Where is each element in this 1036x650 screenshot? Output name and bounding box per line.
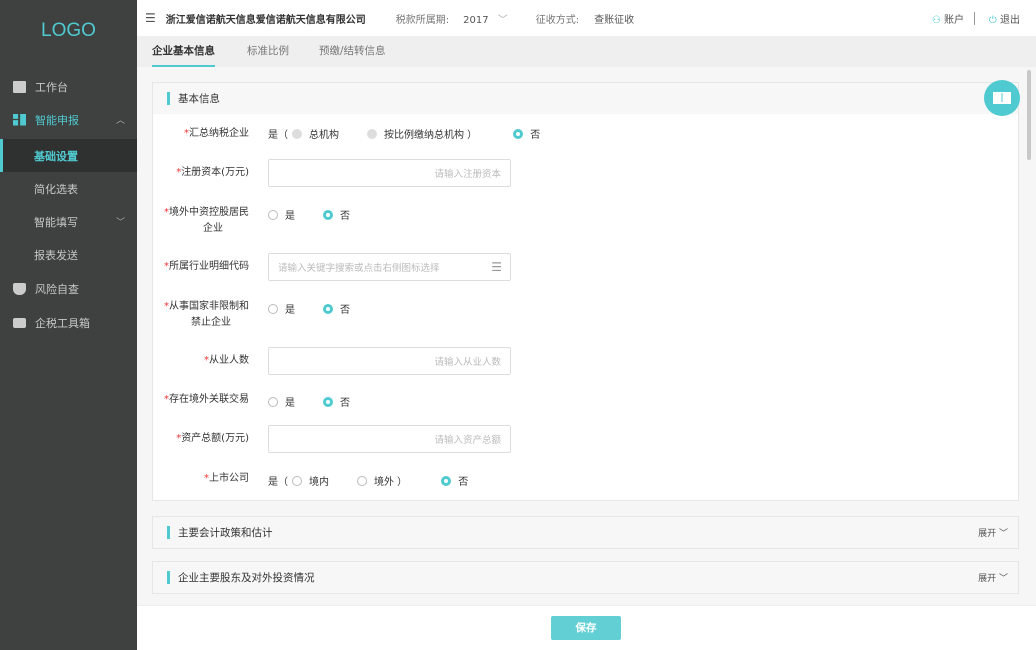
- sidebar-item-report-send[interactable]: 报表发送: [0, 238, 137, 271]
- sidebar-item-label: 企税工具箱: [35, 316, 90, 330]
- chevron-down-icon: ﹀: [998, 529, 1008, 539]
- sidebar-item-workbench[interactable]: 工作台: [0, 70, 137, 103]
- registered-capital-input[interactable]: 请输入注册资本: [268, 159, 511, 187]
- expand-toggle[interactable]: 展开 ﹀: [978, 571, 1008, 584]
- logout-label: 退出: [1000, 14, 1020, 26]
- field-label: *上市公司: [204, 473, 249, 484]
- book-icon: [13, 80, 26, 93]
- logo: LOGO: [41, 20, 96, 41]
- footer: 保存: [137, 605, 1036, 650]
- radio-proportional[interactable]: 按比例缴纳总机构 ）: [367, 126, 477, 141]
- scrollbar[interactable]: [1027, 70, 1031, 160]
- method-value: 查账征收: [594, 14, 635, 26]
- sidebar-item-label: 工作台: [35, 80, 68, 94]
- panel-title: 基本信息: [178, 93, 220, 105]
- sidebar: LOGO 工作台 智能申报 ︿ 基础设置 简化选表 智能填写 ﹀ 报表发送 风险自查…: [0, 0, 137, 650]
- field-label: *境外中资控股居民 企业: [164, 207, 249, 234]
- basic-info-panel: 基本信息 *汇总纳税企业 是（ 总机构 按比例缴纳总机构 ） 否 *注册资本(万…: [152, 82, 1019, 501]
- user-icon: ⚇: [931, 14, 941, 26]
- book-open-icon: [993, 92, 1011, 104]
- sidebar-item-label: 基础设置: [34, 149, 78, 163]
- method-label: 征收方式:: [535, 14, 580, 26]
- field-label: *汇总纳税企业: [184, 128, 249, 139]
- expand-toggle[interactable]: 展开 ﹀: [978, 526, 1008, 539]
- top-bar: ☰ 浙江爱信诺航天信息爱信诺航天信息有限公司 税款所属期: 2017 ﹀ 征收方…: [137, 0, 1036, 36]
- radio-yes[interactable]: 是: [268, 301, 295, 316]
- chevron-down-icon: ﹀: [497, 14, 508, 26]
- field-label: *从事国家非限制和 禁止企业: [164, 301, 249, 328]
- section-title: 企业主要股东及对外投资情况: [178, 572, 315, 584]
- sidebar-item-toolbox[interactable]: 企税工具箱: [0, 306, 137, 339]
- divider: [974, 11, 975, 25]
- chevron-down-icon: ﹀: [115, 218, 125, 228]
- save-button[interactable]: 保存: [551, 616, 621, 640]
- company-name: 浙江爱信诺航天信息爱信诺航天信息有限公司: [165, 14, 366, 26]
- radio-no[interactable]: 否: [513, 126, 540, 141]
- sidebar-item-smart-fill[interactable]: 智能填写 ﹀: [0, 205, 137, 238]
- accounting-policy-section[interactable]: 主要会计政策和估计 展开 ﹀: [152, 516, 1019, 549]
- list-icon[interactable]: ☰: [491, 260, 502, 274]
- guide-book-button[interactable]: [984, 80, 1020, 116]
- panel-header: 基本信息: [153, 83, 1018, 114]
- power-icon: ⏻: [988, 14, 997, 26]
- toolbox-icon: [13, 317, 26, 328]
- chevron-down-icon: ﹀: [998, 574, 1008, 584]
- sidebar-item-label: 简化选表: [34, 182, 78, 196]
- radio-yes[interactable]: 是: [268, 394, 295, 409]
- employees-input[interactable]: 请输入从业人数: [268, 347, 511, 375]
- field-label: *从业人数: [204, 355, 249, 366]
- radio-head-office[interactable]: 总机构: [292, 126, 339, 141]
- radio-domestic[interactable]: 境内: [292, 473, 329, 488]
- radio-yes[interactable]: 是: [268, 207, 295, 222]
- sidebar-item-simplified[interactable]: 简化选表: [0, 172, 137, 205]
- sidebar-item-risk-check[interactable]: 风险自查: [0, 272, 137, 305]
- radio-no[interactable]: 否: [323, 301, 350, 316]
- field-label: *资产总额(万元): [176, 433, 249, 444]
- field-label: *注册资本(万元): [176, 167, 249, 178]
- chevron-up-icon: ︿: [115, 116, 125, 126]
- radio-overseas[interactable]: 境外 ）: [357, 473, 407, 488]
- period-value: 2017: [463, 14, 489, 26]
- field-label: *存在境外关联交易: [164, 394, 249, 405]
- sidebar-item-label: 智能填写: [34, 215, 78, 229]
- tab-standard-ratio[interactable]: 标准比例: [247, 36, 289, 67]
- account-label: 账户: [944, 14, 964, 26]
- radio-no[interactable]: 否: [441, 473, 468, 488]
- section-title: 主要会计政策和估计: [178, 527, 273, 539]
- menu-collapse-icon[interactable]: ☰: [145, 11, 156, 25]
- sidebar-item-label: 智能申报: [35, 113, 79, 127]
- shield-icon: [13, 282, 26, 295]
- account-button[interactable]: ⚇ 账户: [932, 11, 964, 26]
- radio-no[interactable]: 否: [323, 394, 350, 409]
- grid-icon: [13, 113, 26, 126]
- period-select[interactable]: 2017 ﹀: [463, 11, 508, 26]
- tab-basic-info[interactable]: 企业基本信息: [152, 36, 215, 67]
- accent-bar: [167, 92, 170, 105]
- tab-prepay-info[interactable]: 预缴/结转信息: [319, 36, 386, 67]
- sidebar-item-basic-settings[interactable]: 基础设置: [0, 139, 137, 172]
- total-assets-input[interactable]: 请输入资产总额: [268, 425, 511, 453]
- field-label: *所属行业明细代码: [164, 261, 249, 272]
- tab-bar: 企业基本信息 标准比例 预缴/结转信息: [137, 36, 1036, 67]
- industry-code-input[interactable]: 请输入关键字搜索或点击右侧图标选择 ☰: [268, 253, 511, 281]
- sidebar-item-smart-declare[interactable]: 智能申报 ︿: [0, 103, 137, 136]
- shareholders-section[interactable]: 企业主要股东及对外投资情况 展开 ﹀: [152, 561, 1019, 594]
- sidebar-item-label: 风险自查: [35, 282, 79, 296]
- radio-no[interactable]: 否: [323, 207, 350, 222]
- period-label: 税款所属期:: [395, 14, 450, 26]
- sidebar-item-label: 报表发送: [34, 248, 78, 262]
- logout-button[interactable]: ⏻ 退出: [989, 11, 1020, 26]
